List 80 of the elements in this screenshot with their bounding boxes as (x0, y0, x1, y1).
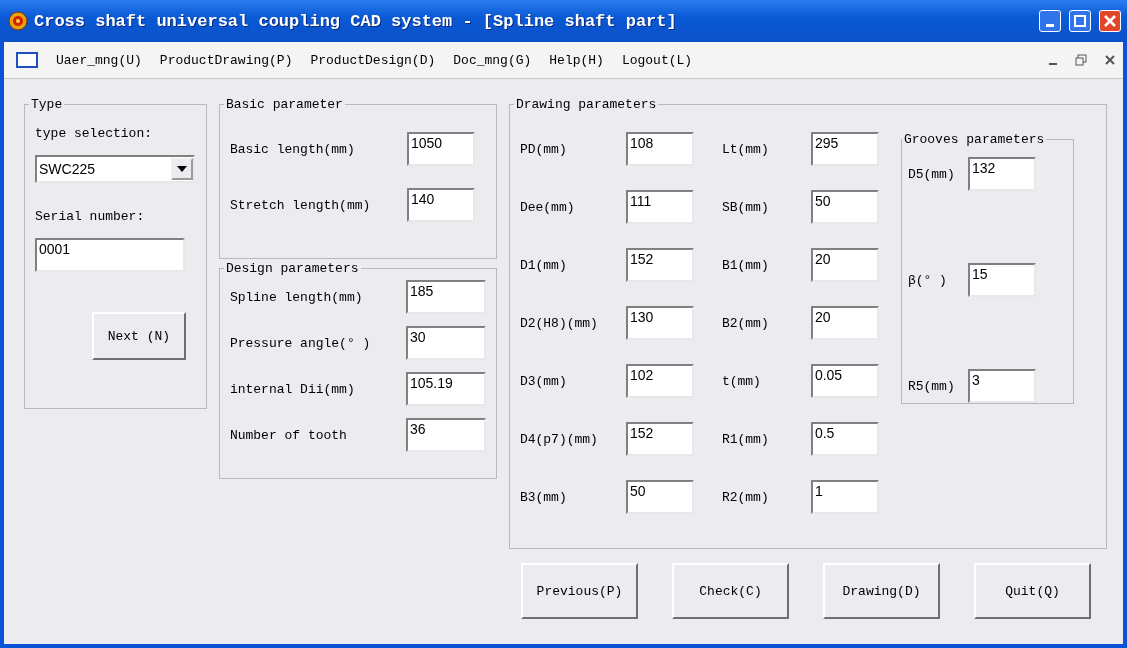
action-button[interactable]: Quit(Q) (974, 563, 1091, 619)
group-title: Design parameters (224, 261, 360, 276)
input-field[interactable]: 140 (406, 188, 475, 222)
field-label: internal Dii(mm) (229, 381, 355, 397)
field-label: PD(mm) (519, 141, 568, 157)
input-field[interactable]: 152 (625, 248, 694, 282)
field-label: Stretch length(mm) (229, 197, 371, 213)
minimize-icon (1046, 23, 1054, 27)
field-label: Dee(mm) (519, 199, 576, 215)
field-label: β(° ) (907, 272, 947, 288)
input-field[interactable]: 3 (967, 369, 1036, 403)
input-field[interactable]: 30 (405, 326, 486, 360)
close-button[interactable] (1099, 10, 1121, 32)
input-field[interactable]: 132 (967, 157, 1036, 191)
input-field[interactable]: 152 (625, 422, 694, 456)
field-label: Spline length(mm) (229, 289, 363, 305)
menu-item[interactable]: Logout(L) (621, 52, 693, 68)
maximize-icon (1074, 15, 1086, 27)
field-label: D3(mm) (519, 373, 568, 389)
menu-item[interactable]: Help(H) (549, 52, 604, 68)
field-label: R1(mm) (721, 431, 770, 447)
action-button[interactable]: Previous(P) (521, 563, 638, 619)
input-field[interactable]: 1 (810, 480, 879, 514)
window-icon (16, 52, 38, 68)
action-button[interactable]: Check(C) (672, 563, 789, 619)
window-title: Cross shaft universal coupling CAD system - [Spline shaft part] (34, 11, 678, 31)
dropdown-arrow-button[interactable] (171, 158, 193, 180)
group-title: Type (30, 97, 64, 112)
input-field[interactable]: 20 (810, 306, 879, 340)
field-label: D4(p7)(mm) (519, 431, 599, 447)
menu-item[interactable]: Uaer_mng(U) (56, 52, 142, 68)
close-icon (1104, 15, 1116, 27)
field-label: R2(mm) (721, 489, 770, 505)
close-icon[interactable] (1105, 55, 1115, 65)
field-label: D5(mm) (907, 166, 955, 182)
menu-item[interactable]: ProductDesign(D) (310, 52, 436, 68)
field-label: Basic length(mm) (229, 141, 355, 157)
input-field[interactable]: 295 (810, 132, 879, 166)
action-button[interactable]: Drawing(D) (823, 563, 940, 619)
input-field[interactable]: 185 (405, 280, 486, 314)
input-field[interactable]: 50 (810, 190, 879, 224)
field-label: R5(mm) (907, 378, 955, 394)
menu-item[interactable]: ProductDrawing(P) (159, 52, 293, 68)
maximize-button[interactable] (1069, 10, 1091, 32)
group-title: Basic parameter (224, 97, 344, 112)
input-field[interactable]: 0.05 (810, 364, 879, 398)
input-field[interactable]: 0001 (35, 238, 185, 272)
input-field[interactable]: 36 (405, 418, 486, 452)
dropdown-value: SWC225 (38, 161, 97, 177)
group-title: Drawing parameters (514, 97, 658, 112)
input-field[interactable]: 0.5 (810, 422, 879, 456)
input-field[interactable]: 102 (625, 364, 694, 398)
field-label: Number of tooth (229, 427, 347, 443)
restore-icon[interactable] (1075, 54, 1087, 66)
input-field[interactable]: 15 (967, 263, 1036, 297)
input-field[interactable]: 50 (625, 480, 694, 514)
field-label: B1(mm) (721, 257, 770, 273)
field-label: Serial number: (35, 209, 146, 224)
minimize-button[interactable] (1039, 10, 1061, 32)
field-label: D2(H8)(mm) (519, 315, 599, 331)
input-field[interactable]: 105.19 (405, 372, 486, 406)
field-label: Lt(mm) (721, 141, 770, 157)
field-label: D1(mm) (519, 257, 568, 273)
field-label: Pressure angle(° ) (229, 335, 371, 351)
field-label: B3(mm) (519, 489, 568, 505)
input-field[interactable]: 20 (810, 248, 879, 282)
field-label: type selection: (35, 126, 154, 141)
input-field[interactable]: 1050 (406, 132, 475, 166)
field-label: t(mm) (721, 373, 762, 389)
field-label: B2(mm) (721, 315, 770, 331)
input-field[interactable]: 108 (625, 132, 694, 166)
input-field[interactable]: 111 (625, 190, 694, 224)
input-field[interactable]: 130 (625, 306, 694, 340)
caret-icon (177, 166, 187, 172)
app-logo-icon (8, 11, 28, 31)
next-button[interactable]: Next (N) (91, 312, 186, 360)
menu-item[interactable]: Doc_mng(G) (453, 52, 532, 68)
field-label: SB(mm) (721, 199, 770, 215)
type-dropdown[interactable]: SWC225 (35, 155, 195, 183)
group-title: Grooves parameters (902, 132, 1046, 147)
